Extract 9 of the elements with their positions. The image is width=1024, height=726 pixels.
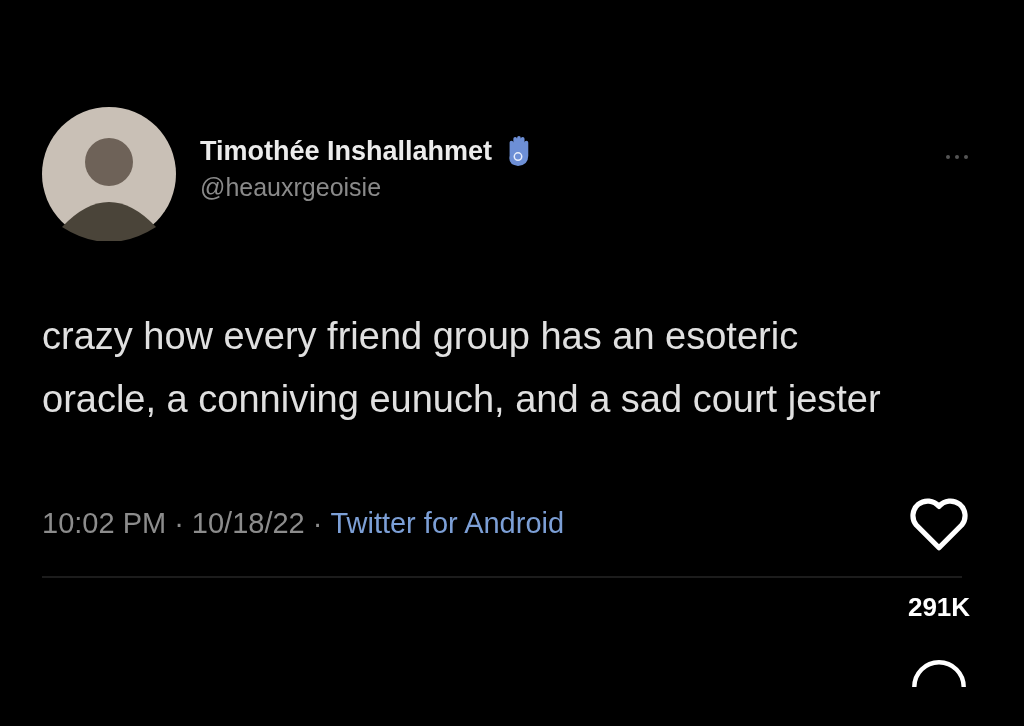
meta-text: 10/18/22	[191, 507, 305, 540]
meta-text: 10:02 PM	[42, 507, 167, 540]
author-handle: @heauxrgeoisie	[200, 173, 383, 202]
separator-dot: ·	[312, 507, 323, 540]
like-count: 291K	[907, 592, 971, 623]
separator-dot: ·	[174, 507, 184, 540]
author-name: Timothée Inshallahmet	[200, 135, 493, 167]
source-link[interactable]: Twitter for Android	[330, 507, 565, 540]
tweet-text: crazy how every friend group has an esoteric oracle, a conniving eunuch, and a sad court jester	[42, 314, 882, 422]
